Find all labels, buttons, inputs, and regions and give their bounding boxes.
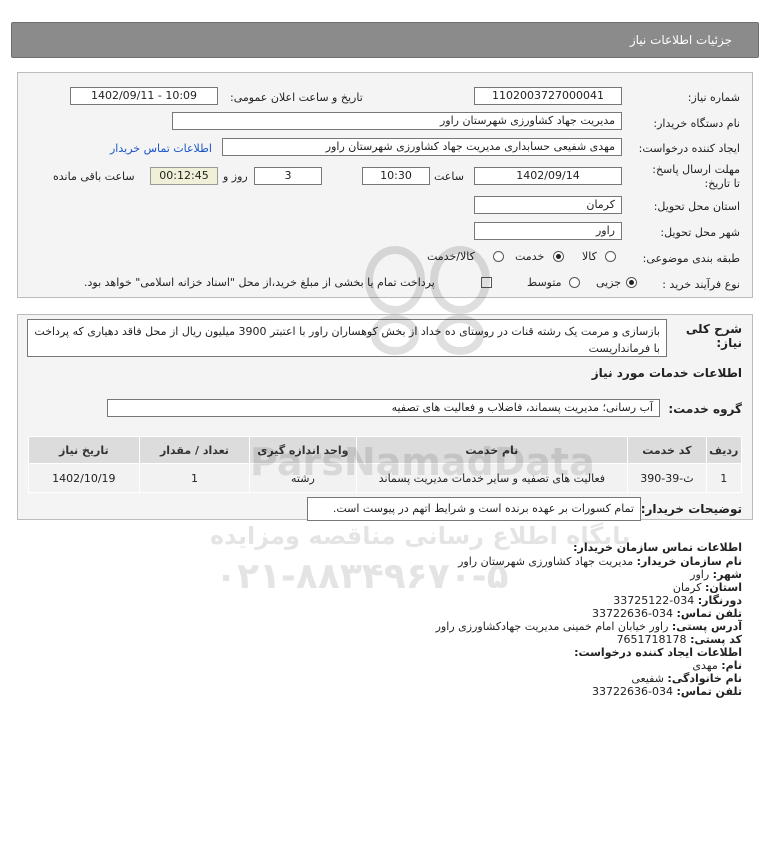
deadline-date-field: 1402/09/14: [474, 167, 622, 185]
contact-org: نام سازمان خریدار: مدیریت جهاد کشاورزی ش…: [458, 555, 742, 568]
summary-label: شرح کلی نیاز:: [685, 322, 742, 350]
col-code: کد خدمت: [627, 436, 707, 464]
deadline-time-field: 10:30: [362, 167, 430, 185]
page-title-bar: جزئیات اطلاعات نیاز: [11, 22, 759, 58]
col-date: تاریخ نیاز: [28, 436, 140, 464]
countdown-timer: 00:12:45: [150, 167, 218, 185]
creator-last-name: نام خانوادگی: شفیعی: [631, 672, 742, 685]
col-row: ردیف: [705, 436, 743, 464]
cell-date: 1402/10/19: [28, 463, 140, 493]
creator-title: اطلاعات ایجاد کننده درخواست:: [574, 646, 742, 659]
creator-phone: تلفن تماس: 034-33722636: [592, 685, 742, 698]
category-radio-goods[interactable]: [605, 251, 616, 262]
creator-first-name: نام: مهدی: [692, 659, 742, 672]
cell-qty: 1: [138, 463, 251, 493]
buyer-org-field: مدیریت جهاد کشاورزی شهرستان راور: [172, 112, 622, 130]
category-label: طبقه بندی موضوعی:: [642, 252, 740, 265]
announce-label: تاریخ و ساعت اعلان عمومی:: [230, 91, 363, 104]
service-group-label: گروه خدمت:: [668, 402, 742, 416]
services-section-title: اطلاعات خدمات مورد نیاز: [591, 366, 742, 380]
col-qty: تعداد / مقدار: [138, 436, 251, 464]
contact-phone: تلفن تماس: 034-33722636: [592, 607, 742, 620]
contact-province: استان: کرمان: [672, 581, 742, 594]
contact-postal: کد پستی: 7651718178: [616, 633, 742, 646]
contact-fax: دورنگار: 034-33725122: [613, 594, 742, 607]
category-option-goods: کالا: [582, 250, 597, 263]
deadline-label: مهلت ارسال پاسخ: تا تاریخ:: [652, 163, 740, 190]
province-field: کرمان: [474, 196, 622, 214]
watermark-line1: پایگاه اطلاع رسانی مناقصه ومزایده: [210, 522, 631, 550]
service-group-field: آب رسانی؛ مدیریت پسماند، فاضلاب و فعالیت…: [107, 399, 660, 417]
contact-city: شهر: راور: [690, 568, 742, 581]
city-label: شهر محل تحویل:: [660, 226, 740, 239]
buyer-org-label: نام دستگاه خریدار:: [653, 117, 740, 130]
days-remaining-field: 3: [254, 167, 322, 185]
contact-address: آدرس پستی: راور خیابان امام خمینی مدیریت…: [435, 620, 742, 633]
page-title: جزئیات اطلاعات نیاز: [629, 33, 732, 47]
watermark-logo: [365, 246, 490, 355]
days-label: روز و: [223, 170, 248, 183]
buyer-notes-label: توضیحات خریدار:: [640, 502, 742, 516]
buyer-notes-text: تمام کسورات بر عهده برنده است و شرایط ات…: [307, 497, 641, 521]
cell-code: ث-39-390: [627, 463, 707, 493]
remaining-label: ساعت باقی مانده: [53, 170, 135, 183]
announce-field: 1402/09/11 - 10:09: [70, 87, 218, 105]
need-number-label: شماره نیاز:: [687, 91, 740, 104]
contact-title: اطلاعات تماس سازمان خریدار:: [573, 541, 742, 554]
process-radio-medium[interactable]: [569, 277, 580, 288]
deadline-time-label: ساعت: [434, 170, 464, 183]
creator-label: ایجاد کننده درخواست:: [638, 142, 740, 155]
watermark-brand: ParsNamadData: [250, 440, 595, 484]
process-option-minor: جزیی: [596, 276, 622, 289]
cell-row: 1: [705, 463, 743, 493]
buyer-contact-link[interactable]: اطلاعات تماس خریدار: [110, 142, 212, 155]
need-number-field: 1102003727000041: [474, 87, 622, 105]
province-label: استان محل تحویل:: [653, 200, 740, 213]
process-label: نوع فرآیند خرید :: [662, 278, 740, 291]
process-radio-minor[interactable]: [626, 277, 637, 288]
creator-field: مهدی شفیعی حسابداری مدیریت جهاد کشاورزی …: [222, 138, 622, 156]
category-radio-service[interactable]: [553, 251, 564, 262]
